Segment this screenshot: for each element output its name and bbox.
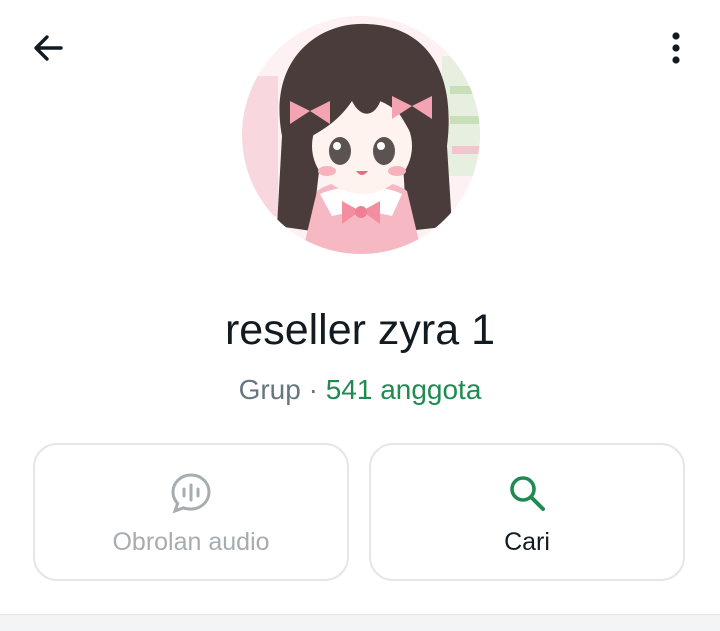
arrow-left-icon: [34, 35, 63, 61]
search-label: Cari: [504, 528, 550, 556]
more-options-button[interactable]: [652, 22, 700, 74]
back-button[interactable]: [22, 22, 74, 74]
group-type: Grup: [238, 374, 301, 405]
search-icon: [510, 476, 545, 511]
group-name: reseller zyra 1: [224, 306, 496, 354]
section-divider: [0, 614, 720, 631]
member-count[interactable]: 541 anggota: [326, 374, 482, 405]
group-subtitle: Grup · 541 anggota: [0, 368, 720, 412]
anime-girl-avatar: [242, 16, 480, 254]
audio-chat-label: Obrolan audio: [112, 528, 270, 556]
subtitle-separator: ·: [308, 374, 318, 405]
audio-chat-button[interactable]: Obrolan audio: [33, 443, 349, 581]
group-avatar[interactable]: [242, 16, 480, 254]
audio-chat-icon: [171, 473, 211, 514]
more-vertical-icon: [672, 32, 680, 64]
search-button[interactable]: Cari: [369, 443, 685, 581]
